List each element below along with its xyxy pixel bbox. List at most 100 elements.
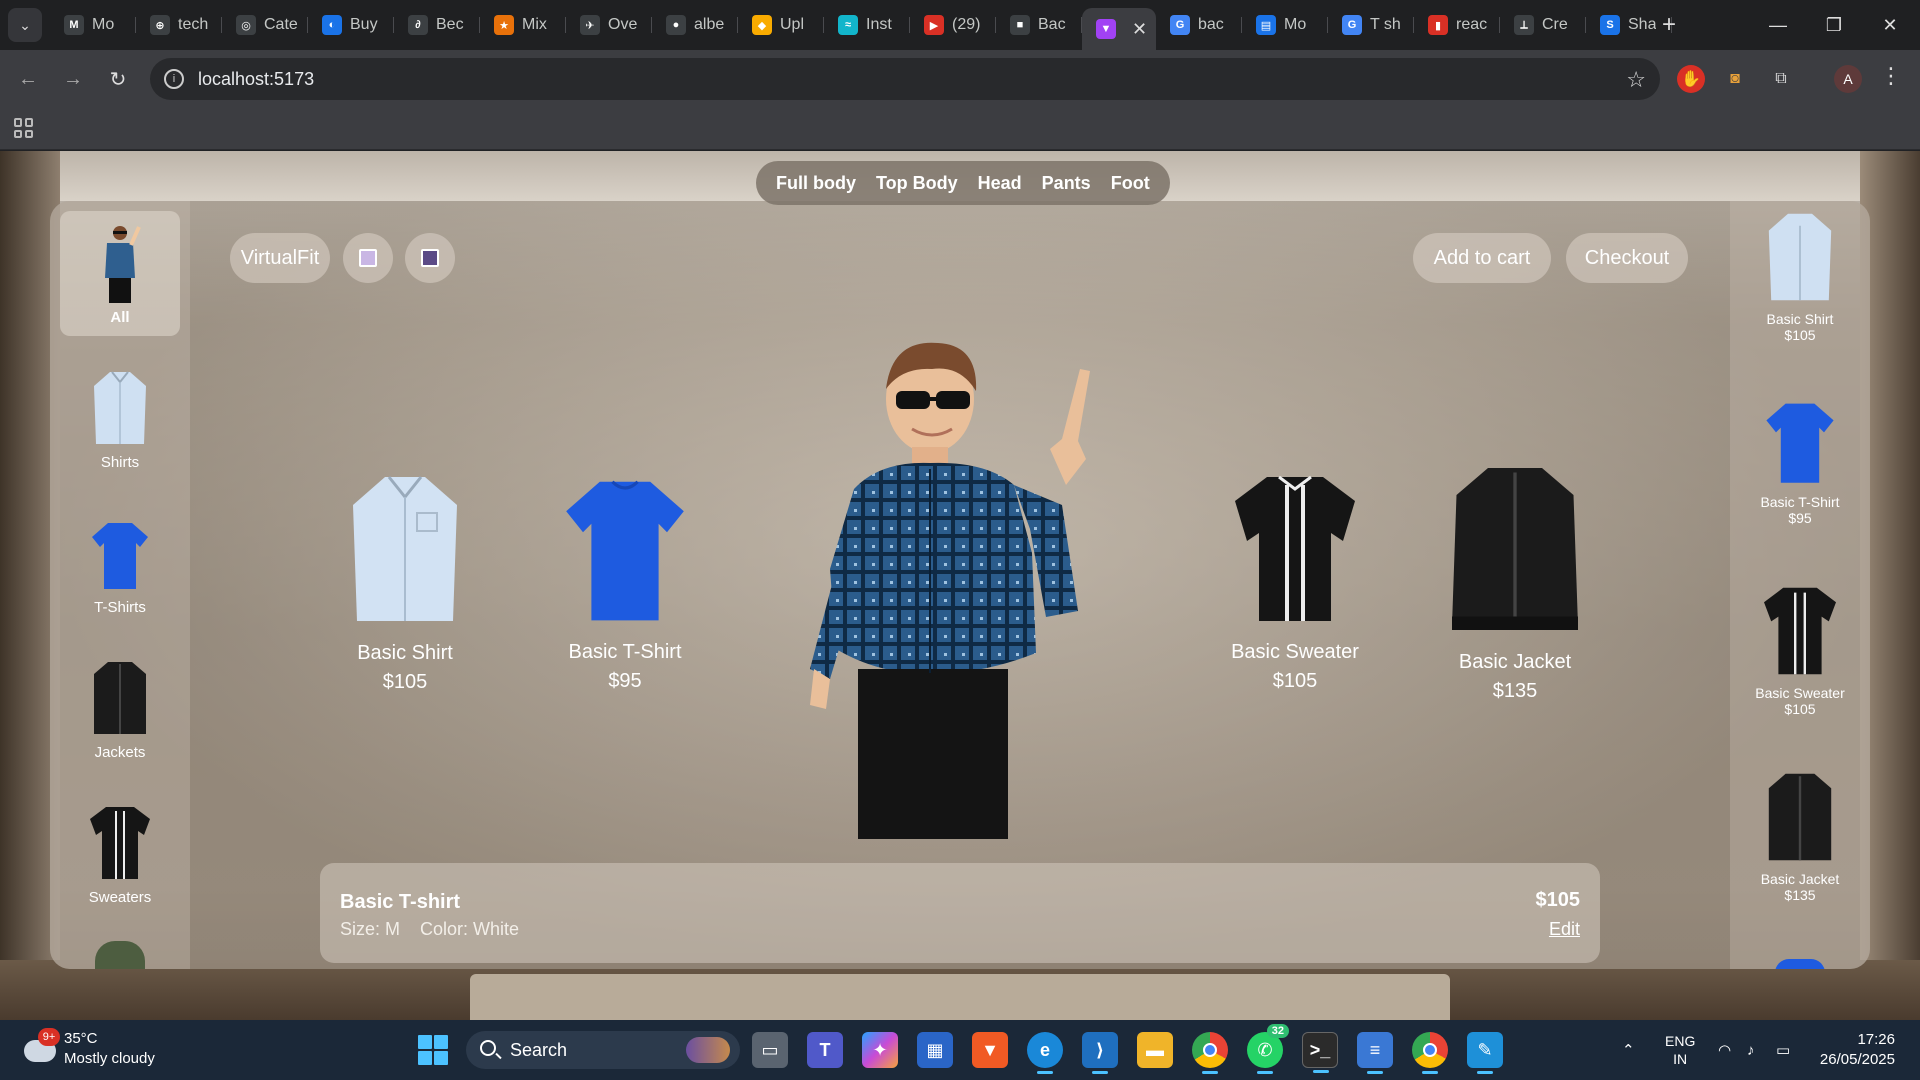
product-card-jacket[interactable]: Basic Jacket $135 (1425, 459, 1605, 703)
system-clock[interactable]: 17:26 26/05/2025 (1815, 1030, 1895, 1070)
browser-tab[interactable]: M Mo (50, 8, 136, 42)
tab-favicon-icon: ▶ (924, 15, 944, 35)
browser-tab[interactable]: ▶ (29) (910, 8, 996, 42)
taskbar-search[interactable]: Search (466, 1031, 740, 1069)
wifi-icon[interactable]: ◠ (1718, 1020, 1731, 1080)
rail-item[interactable]: Basic Shirt $105 (1740, 209, 1860, 343)
reload-button[interactable]: ↻ (100, 61, 136, 97)
chrome-profile-icon[interactable] (1412, 1032, 1448, 1074)
vscode-icon[interactable]: ⟩ (1082, 1032, 1118, 1074)
more-rail-thumbnail (1775, 959, 1825, 969)
volume-icon[interactable]: ♪ (1747, 1020, 1755, 1080)
sweater-icon (90, 807, 150, 879)
address-bar[interactable]: i localhost:5173 ☆ (150, 58, 1660, 100)
site-info-icon[interactable]: i (164, 69, 184, 89)
language-code: ENG (1665, 1033, 1696, 1049)
virtualfit-button[interactable]: VirtualFit (230, 233, 330, 283)
browser-tab[interactable]: ∂ Bec (394, 8, 480, 42)
nav-full-body[interactable]: Full body (776, 173, 856, 194)
file-explorer-icon[interactable]: ▬ (1137, 1032, 1173, 1068)
bookmark-star-icon[interactable]: ☆ (1626, 67, 1646, 93)
category-sweaters[interactable]: Sweaters (60, 791, 180, 916)
notepad-icon[interactable]: ≡ (1357, 1032, 1393, 1074)
tab-title: reac (1456, 16, 1488, 33)
browser-tab[interactable]: ★ Mix (480, 8, 566, 42)
extension-red-icon[interactable]: ✋ (1677, 65, 1705, 93)
weather-widget[interactable]: 9+ 35°C Mostly cloudy (20, 1028, 180, 1072)
browser-tab[interactable]: ▤ Mo (1242, 8, 1328, 42)
product-name: Basic Jacket (1458, 651, 1572, 673)
add-to-cart-button[interactable]: Add to cart (1413, 233, 1551, 283)
brave-icon[interactable]: ▼ (972, 1032, 1008, 1068)
edit-link[interactable]: Edit (1549, 919, 1580, 940)
category-all[interactable]: All (60, 211, 180, 336)
browser-tab[interactable]: Gbac (1156, 8, 1242, 42)
show-hidden-icons[interactable]: ⌃ (1622, 1020, 1635, 1080)
rail-item-name: Basic Shirt (1766, 311, 1834, 327)
browser-tab[interactable]: ≈ Inst (824, 8, 910, 42)
shirt-icon (94, 371, 146, 444)
profile-avatar[interactable]: A (1834, 65, 1862, 93)
search-highlight-image (686, 1037, 730, 1063)
rail-item[interactable]: Basic Sweater $105 (1740, 583, 1860, 717)
virtual-model-figure (810, 342, 1090, 839)
language-indicator[interactable]: ENG IN (1665, 1020, 1695, 1080)
product-card-sweater[interactable]: Basic Sweater $105 (1205, 469, 1385, 693)
nav-foot[interactable]: Foot (1111, 173, 1150, 194)
apps-grid-icon[interactable] (14, 118, 34, 138)
product-card-tshirt[interactable]: Basic T-Shirt $95 (555, 469, 695, 693)
chrome-icon[interactable] (1192, 1032, 1228, 1074)
category-shirts[interactable]: Shirts (60, 356, 180, 481)
browser-tab[interactable]: ✈ Ove (566, 8, 652, 42)
nav-head[interactable]: Head (978, 173, 1022, 194)
browser-tab[interactable]: ■ Bac (996, 8, 1082, 42)
tab-search-button[interactable]: ⌄ (8, 8, 42, 42)
tab-title: Cre (1542, 16, 1568, 33)
terminal-icon[interactable]: >_ (1302, 1032, 1338, 1073)
browser-tab[interactable]: ▼ ✕ (1082, 8, 1156, 50)
minimize-button[interactable]: — (1750, 0, 1806, 50)
nav-pants[interactable]: Pants (1042, 173, 1091, 194)
nav-top-body[interactable]: Top Body (876, 173, 958, 194)
whatsapp-icon[interactable]: ✆ 32 (1247, 1024, 1289, 1074)
teams-icon[interactable]: T (807, 1032, 843, 1068)
sweater-icon (1235, 475, 1355, 621)
checkout-button[interactable]: Checkout (1566, 233, 1688, 283)
browser-tab[interactable]: ◆ Upl (738, 8, 824, 42)
extension-camera-icon[interactable]: ◙ (1721, 65, 1749, 93)
extensions-puzzle-icon[interactable]: ⧉ (1767, 65, 1795, 93)
tab-title: Inst (866, 16, 892, 33)
rail-item-name: Basic Jacket (1760, 871, 1840, 887)
forward-button[interactable]: → (55, 61, 91, 97)
store-icon[interactable]: ▦ (917, 1032, 953, 1068)
browser-tab[interactable]: ⟂ Cre (1500, 8, 1586, 42)
paint-icon[interactable]: ✎ (1467, 1032, 1503, 1074)
edge-icon[interactable]: e (1027, 1032, 1063, 1074)
browser-tab[interactable]: ◐ Buy (308, 8, 394, 42)
battery-icon[interactable]: ▭ (1776, 1020, 1790, 1080)
color-swatch-dark-button[interactable] (405, 233, 455, 283)
tab-favicon-icon: G (1170, 15, 1190, 35)
category-jackets[interactable]: Jackets (60, 646, 180, 771)
browser-tab[interactable]: G T sh (1328, 8, 1414, 42)
browser-tab[interactable]: ◎ Cate (222, 8, 308, 42)
close-tab-icon[interactable]: ✕ (1132, 19, 1147, 40)
browser-tab[interactable]: ● albe (652, 8, 738, 42)
task-view-icon[interactable]: ▭ (752, 1032, 788, 1068)
start-button[interactable] (418, 1035, 448, 1065)
product-card-shirt[interactable]: Basic Shirt $105 (335, 468, 475, 694)
tab-favicon-icon: ■ (1010, 15, 1030, 35)
browser-tab[interactable]: ⊕ tech (136, 8, 222, 42)
new-tab-button[interactable]: + (1652, 8, 1686, 42)
rail-item[interactable]: Basic Jacket $135 (1740, 769, 1860, 903)
color-swatch-light-button[interactable] (343, 233, 393, 283)
close-window-button[interactable]: ✕ (1862, 0, 1918, 50)
browser-menu-icon[interactable]: ⋮ (1880, 63, 1902, 89)
back-button[interactable]: ← (10, 61, 46, 97)
rail-item[interactable]: Basic T-Shirt $95 (1740, 396, 1860, 526)
restore-button[interactable]: ❐ (1806, 0, 1862, 50)
copilot-icon[interactable]: ✦ (862, 1032, 898, 1068)
cart-item-name: Basic T-shirt (340, 891, 461, 913)
browser-tab[interactable]: ▮ reac (1414, 8, 1500, 42)
category-tshirts[interactable]: T-Shirts (60, 501, 180, 626)
